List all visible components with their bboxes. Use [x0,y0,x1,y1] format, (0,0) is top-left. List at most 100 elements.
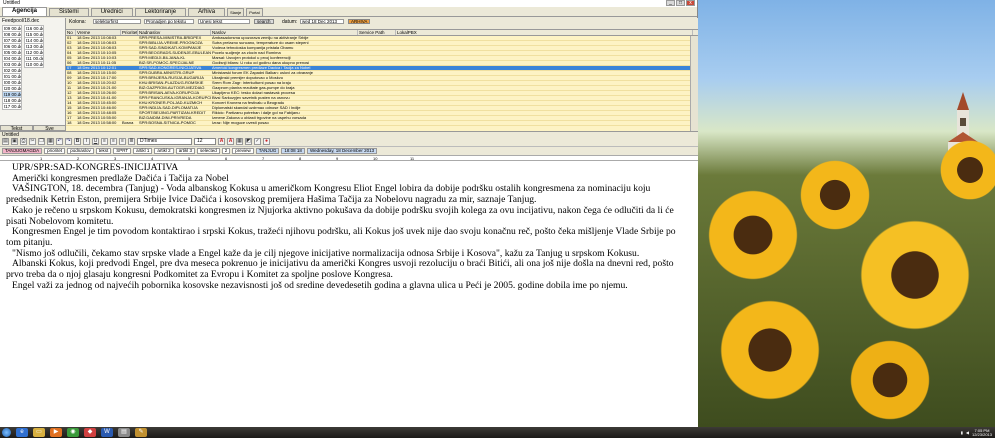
filter-select[interactable]: selektorfirst [93,19,141,24]
paint-icon[interactable]: ✎ [135,428,147,437]
volume-icon[interactable]: ◀ [966,430,969,435]
table-cell-title: Pocelo sudjenje za zlocin nad Romima [212,51,281,55]
document-editor[interactable]: UPR/SPR:SAD-KONGRES-INICIJATIVA Američki… [0,161,698,427]
meta-field[interactable]: tekst [95,148,112,154]
word-icon[interactable]: W [101,428,113,437]
date-picker[interactable]: wed 18 Dec 2013 [300,19,344,24]
table-cell-kicker: BIZ:GAZPROM-AUTOGR-MEZDIAG [139,86,205,90]
chrome-icon[interactable]: ◉ [67,428,79,437]
grid-scrollbar[interactable] [690,36,698,131]
cut-icon[interactable]: ✂ [29,138,36,145]
editor-app-icon[interactable]: ▤ [118,428,130,437]
table-cell-prio [121,101,138,105]
start-button[interactable] [2,428,11,437]
table-cell-title: Bivsi Sarkozyjev savetnik pusten na osno… [212,96,290,100]
media-player-icon[interactable]: ▶ [50,428,62,437]
column-header-kicker[interactable]: Nadnaslov [138,30,211,35]
tab-sistemi[interactable]: Sistemi [49,8,89,16]
column-header-time[interactable]: Vreme [76,30,121,35]
column-header-service[interactable]: Service Path [358,30,396,35]
date-label: datum: [282,19,298,25]
font-size-select[interactable]: 12 [194,138,216,145]
meta-field[interactable]: artikl 3 [175,148,195,154]
column-header-no[interactable]: No [66,30,76,35]
meta-field[interactable]: SPRT [113,148,132,154]
maximize-button[interactable]: □ [676,0,685,6]
meta-field[interactable]: 2 [221,148,231,154]
news-list-area: Feedpool/18.dec t09 00.dect08 00.dect07 … [0,18,698,132]
table-cell-no: 05 [67,56,72,60]
redo-icon[interactable]: ↷ [65,138,72,145]
close-button[interactable]: x [686,0,695,6]
table-cell-kicker: SPR:BIBLIJA-VREME-PROGNOZA [139,41,203,45]
search-input[interactable]: Unesi tekst [198,19,250,24]
explorer-icon[interactable]: ▭ [33,428,45,437]
search-mode-select[interactable]: Pronadjen po tekstu [144,19,194,24]
table-cell-prio [121,41,138,45]
table-cell-kicker: SPR:DUBRA-MINISTRI-GRUP [139,71,195,75]
align-right-icon[interactable]: ≡ [119,138,126,145]
bold-icon[interactable]: B [74,138,81,145]
font-color-icon[interactable]: A [218,138,225,145]
meta-field[interactable]: artikl 2 [154,148,174,154]
copy-icon[interactable]: ❐ [38,138,45,145]
table-cell-prio [121,86,138,90]
meta-field[interactable]: selected [196,148,220,154]
meta-field[interactable]: Wednesday, 18 December 2013 [306,148,378,154]
app-icon[interactable]: ◆ [84,428,96,437]
table-cell-kicker: SPR:BRNJERA-RUSIJA-BUGARIJA [139,76,204,80]
tab-arhiva[interactable]: Arhiva [188,8,226,16]
tab-slanje[interactable]: Slanje [227,8,245,16]
clock[interactable]: 7:05 PM 12/23/2013 [972,428,992,437]
open-icon[interactable]: ▤ [2,138,9,145]
network-icon[interactable]: ▮ [961,430,963,435]
paste-icon[interactable]: ▦ [47,138,54,145]
print-icon[interactable]: ⎙ [20,138,27,145]
ie-icon[interactable]: e [16,428,28,437]
tab-portal[interactable]: Portal [246,8,263,16]
align-left-icon[interactable]: ≡ [101,138,108,145]
meta-field[interactable]: 18:08 18 [281,148,305,154]
tab-agencija[interactable]: Agencija [2,7,48,16]
search-button[interactable]: search [254,19,274,24]
table-cell-title: Rikicic: Partizanu potreban i dalje gol … [212,111,300,115]
tab-urednici[interactable]: Urednici [90,8,133,16]
underline-icon[interactable]: U [92,138,99,145]
table-cell-prio [121,51,138,55]
tab-lektoriranje[interactable]: Lektoriranje [134,8,187,16]
save-icon[interactable]: ▣ [11,138,18,145]
meta-field[interactable]: TANJUG [255,148,280,154]
highlight-icon[interactable]: A [227,138,234,145]
meta-field[interactable]: prioritet [44,148,66,154]
column-header-title[interactable]: Naslov [211,30,358,35]
meta-field[interactable]: preview [232,148,254,154]
meta-field[interactable]: TANJUGMAGDA [2,148,43,154]
table-cell-title: Srem Rom Zagr: Interkulturni posao na kr… [212,81,291,85]
stop-icon[interactable]: ● [263,138,270,145]
table-cell-prio [121,111,138,115]
table-cell-kicker: KHU:BRISAN-PLAZDUG-ROMSKIE [139,81,204,85]
meta-field[interactable]: artikl 1 [133,148,153,154]
justify-icon[interactable]: ≣ [128,138,135,145]
table-row[interactable]: 18 18 Dec 2013 10:58:00 Bosna SPR:BOSNA-SIT… [66,121,698,126]
font-name-select[interactable]: DTimes [137,138,192,145]
date-list-item[interactable]: t10 00.dec [24,61,44,68]
sunflower-image [850,340,930,420]
table-cell-time: 18 Dec 2013 10:26:00 [77,91,117,95]
table-cell-kicker: SPR:INDIJA-SAD-DIPLOMATIJA [139,106,198,110]
minimize-button[interactable]: _ [666,0,675,6]
system-tray: ▮ ◀ 7:05 PM 12/23/2013 [961,427,992,438]
sunflower-image [708,190,798,280]
italic-icon[interactable]: I [83,138,90,145]
meta-field[interactable]: podnaslov [67,148,94,154]
date-list-item[interactable]: t17 00.dec [2,103,22,110]
spellcheck-icon[interactable]: ✓ [254,138,261,145]
column-header-priority[interactable]: Prioritet [121,30,138,35]
image-icon[interactable]: ◩ [245,138,252,145]
undo-icon[interactable]: ↶ [56,138,63,145]
table-icon[interactable]: ▦ [236,138,243,145]
table-cell-time: 18 Dec 2013 10:11:05 [77,61,117,65]
archive-button[interactable]: ARHIVA [348,19,371,24]
align-center-icon[interactable]: ≡ [110,138,117,145]
column-header-local[interactable]: LokalPBX [396,30,693,35]
